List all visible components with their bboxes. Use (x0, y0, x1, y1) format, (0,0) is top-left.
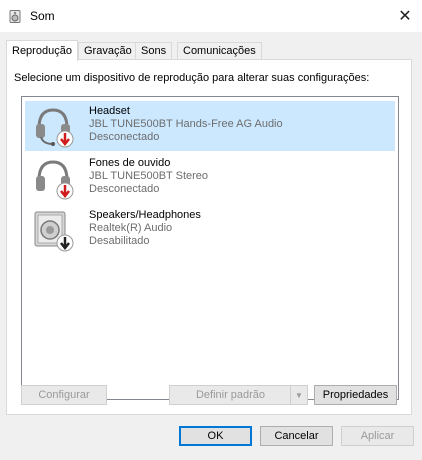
chevron-down-icon[interactable]: ▼ (290, 386, 307, 404)
device-status: Desconectado (89, 131, 160, 143)
apply-button[interactable]: Aplicar (341, 426, 414, 446)
title-bar: Som ✕ (0, 0, 422, 32)
ok-button[interactable]: OK (179, 426, 252, 446)
device-text: Speakers/Headphones Realtek(R) Audio Des… (89, 209, 201, 248)
device-status: Desabilitado (89, 235, 150, 247)
instruction-text: Selecione um dispositivo de reprodução p… (14, 72, 370, 84)
device-item-fones-de-ouvido[interactable]: Fones de ouvido JBL TUNE500BT Stereo Des… (25, 153, 395, 203)
device-status: Desconectado (89, 183, 160, 195)
device-description: JBL TUNE500BT Hands-Free AG Audio (89, 118, 283, 130)
device-item-headset[interactable]: Headset JBL TUNE500BT Hands-Free AG Audi… (25, 101, 395, 151)
dialog-body: Reprodução Gravação Sons Comunicações Se… (0, 32, 422, 460)
set-default-label: Definir padrão (195, 389, 266, 401)
speaker-box-icon (34, 211, 74, 252)
tab-gravacao[interactable]: Gravação (78, 42, 138, 60)
properties-button[interactable]: Propriedades (314, 385, 397, 405)
device-description: JBL TUNE500BT Stereo (89, 170, 209, 182)
tab-reproducao[interactable]: Reprodução (6, 40, 78, 61)
cancel-button[interactable]: Cancelar (260, 426, 333, 446)
configure-button[interactable]: Configurar (21, 385, 107, 405)
device-description: Realtek(R) Audio (89, 222, 173, 234)
device-name: Fones de ouvido (89, 157, 171, 169)
device-text: Headset JBL TUNE500BT Hands-Free AG Audi… (89, 105, 283, 144)
headset-icon (36, 108, 74, 148)
close-icon[interactable]: ✕ (388, 0, 422, 32)
device-text: Fones de ouvido JBL TUNE500BT Stereo Des… (89, 157, 208, 196)
device-list[interactable]: Headset JBL TUNE500BT Hands-Free AG Audi… (21, 96, 399, 400)
set-default-button[interactable]: Definir padrão ▼ (169, 385, 308, 405)
tab-sons[interactable]: Sons (135, 42, 173, 60)
headphones-icon (36, 160, 74, 200)
device-item-speakers-headphones[interactable]: Speakers/Headphones Realtek(R) Audio Des… (25, 205, 395, 255)
tab-panel: Selecione um dispositivo de reprodução p… (6, 59, 412, 415)
window-title: Som (30, 9, 55, 23)
speaker-icon (9, 10, 21, 23)
device-name: Headset (89, 105, 130, 117)
device-name: Speakers/Headphones (89, 209, 201, 221)
tab-comunicacoes[interactable]: Comunicações (177, 42, 262, 60)
